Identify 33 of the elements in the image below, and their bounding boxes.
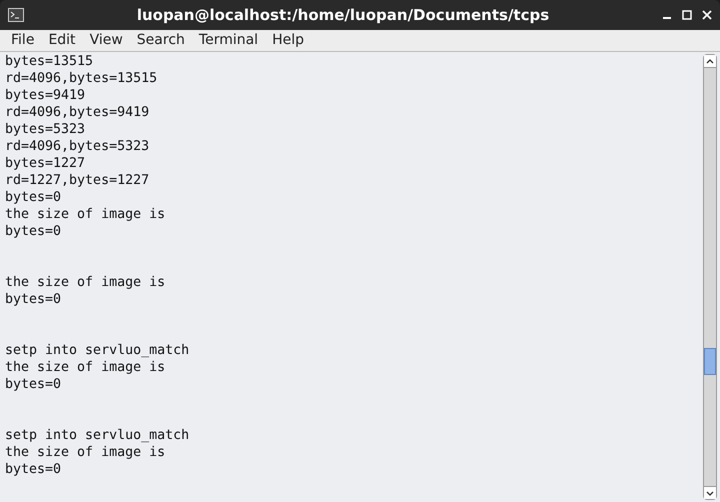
terminal-line: setp into servluo_match	[5, 343, 190, 358]
terminal-line: bytes=0	[5, 190, 62, 205]
terminal-line: the size of image is	[5, 207, 166, 222]
terminal-line: bytes=9419	[5, 88, 86, 103]
menu-item[interactable]: File	[4, 30, 42, 51]
terminal-line: bytes=5323	[5, 122, 86, 137]
terminal-line: rd=4096,bytes=13515	[5, 71, 158, 86]
maximize-icon[interactable]	[682, 10, 692, 20]
terminal-line: bytes=0	[5, 292, 62, 307]
terminal-line: setp into servluo_match	[5, 428, 190, 443]
close-icon[interactable]	[702, 10, 712, 20]
terminal-line: bytes=13515	[5, 54, 94, 69]
terminal-line: rd=4096,bytes=5323	[5, 139, 150, 154]
terminal-line: rd=1227,bytes=1227	[5, 173, 150, 188]
terminal-line: the size of image is	[5, 360, 166, 375]
terminal-line: bytes=1227	[5, 156, 86, 171]
terminal-icon	[8, 8, 24, 22]
scroll-up-icon[interactable]	[704, 55, 716, 68]
terminal-line: bytes=0	[5, 462, 62, 477]
menu-item[interactable]: Terminal	[192, 30, 266, 51]
scrollbar[interactable]	[703, 54, 717, 500]
window-title: luopan@localhost:/home/luopan/Documents/tcps	[136, 4, 550, 26]
menu-item[interactable]: Edit	[41, 30, 83, 51]
scroll-down-icon[interactable]	[704, 486, 716, 499]
terminal-line: the size of image is	[5, 445, 166, 460]
terminal-line: the size of image is	[5, 275, 166, 290]
menu-item[interactable]: Help	[265, 30, 311, 51]
menu-item[interactable]: View	[82, 30, 130, 51]
menu-item[interactable]: Search	[130, 30, 192, 51]
terminal-line: bytes=0	[5, 377, 62, 392]
terminal-line: bytes=0	[5, 224, 62, 239]
scroll-thumb[interactable]	[704, 348, 716, 375]
terminal-line: rd=4096,bytes=9419	[5, 105, 150, 120]
